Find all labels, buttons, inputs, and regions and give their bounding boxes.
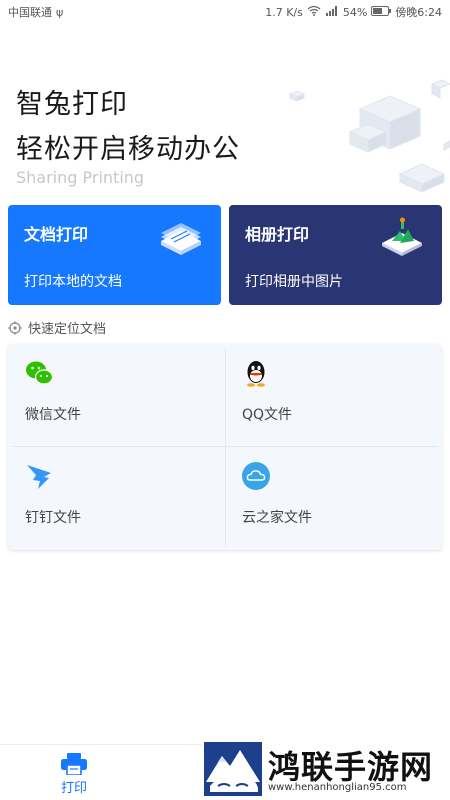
qq-icon	[247, 361, 265, 387]
tab-print-label: 打印	[60, 781, 87, 796]
clock: 傍晚6:24	[395, 6, 442, 19]
qq-files-item[interactable]: QQ文件	[225, 344, 442, 447]
wechat-files-item[interactable]: 微信文件	[8, 344, 225, 447]
qq-files-label: QQ文件	[242, 407, 293, 423]
locate-icon	[8, 320, 22, 335]
battery-icon	[371, 5, 392, 19]
wifi-icon	[307, 5, 321, 19]
site-watermark: 鸿联手游网 www.henanhonglian95.com	[202, 740, 450, 800]
watermark-url: www.henanhonglian95.com	[268, 782, 407, 793]
status-bar: 中国联通 ψ 1.7 K/s 54% 傍晚6:24	[0, 0, 450, 24]
battery-percent: 54%	[342, 5, 368, 19]
photo-landscape-icon	[382, 217, 422, 256]
isometric-blocks-illustration	[288, 79, 450, 193]
carrier-label: 中国联通	[8, 6, 52, 19]
network-speed: 1.7 K/s	[265, 5, 303, 19]
hero-slogan: 轻松开启移动办公	[16, 134, 240, 165]
watermark-logo	[204, 742, 262, 796]
printer-icon	[61, 753, 87, 775]
hero-banner: 智兔打印 轻松开启移动办公 Sharing Printing	[0, 24, 450, 200]
dingtalk-icon	[27, 465, 51, 489]
usb-icon: ψ	[56, 5, 64, 19]
signal-icon	[325, 5, 339, 19]
album-print-card[interactable]: 相册打印 打印相册中图片	[229, 205, 442, 305]
dingtalk-files-item[interactable]: 钉钉文件	[8, 447, 225, 550]
album-print-subtitle: 打印相册中图片	[245, 274, 343, 290]
document-print-subtitle: 打印本地的文档	[24, 274, 122, 290]
file-source-grid: 微信文件 QQ文件 钉钉文件 云之家文件	[8, 344, 442, 550]
wechat-icon	[26, 361, 54, 385]
hero-title: 智兔打印	[16, 89, 128, 120]
cloud-icon	[242, 462, 270, 490]
hero-subtitle: Sharing Printing	[16, 168, 145, 187]
yunzhijia-files-item[interactable]: 云之家文件	[225, 447, 442, 550]
quick-locate-label: 快速定位文档	[28, 322, 107, 337]
wechat-files-label: 微信文件	[25, 407, 81, 423]
document-print-card[interactable]: 文档打印 打印本地的文档	[8, 205, 221, 305]
quick-locate-row[interactable]: 快速定位文档	[8, 318, 106, 337]
dingtalk-files-label: 钉钉文件	[25, 510, 81, 526]
yunzhijia-files-label: 云之家文件	[242, 510, 312, 526]
document-stack-icon	[161, 223, 201, 255]
tab-print[interactable]: 打印	[46, 753, 102, 796]
